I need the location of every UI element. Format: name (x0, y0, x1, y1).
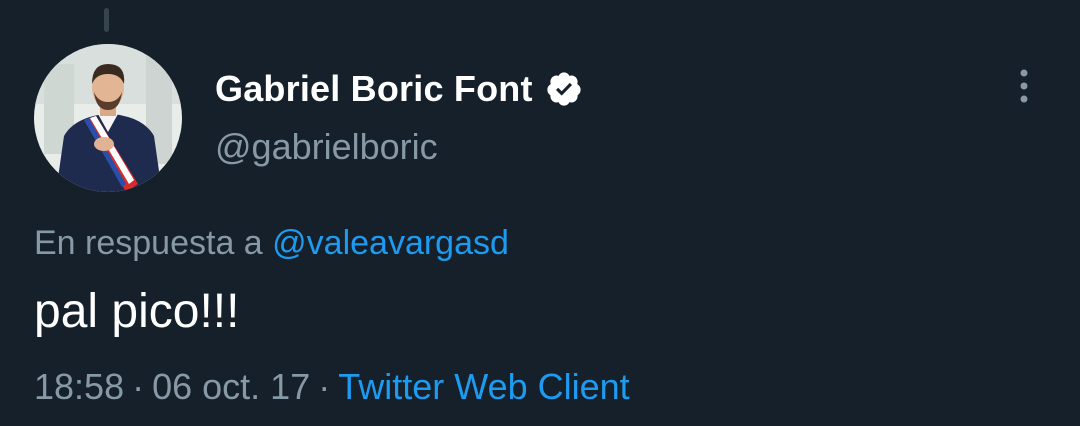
author-handle[interactable]: @gabrielboric (215, 126, 438, 168)
verified-badge-icon (547, 72, 581, 106)
reply-prefix: En respuesta a (34, 224, 263, 262)
tweet-time[interactable]: 18:58 (34, 366, 124, 407)
avatar[interactable] (34, 44, 182, 192)
meta-separator: · (318, 366, 331, 407)
thread-connector-line (104, 8, 109, 32)
tweet-date[interactable]: 06 oct. 17 (152, 366, 310, 407)
author-name-row: Gabriel Boric Font (215, 64, 583, 114)
tweet-source-link[interactable]: Twitter Web Client (338, 366, 629, 407)
tweet-text: pal pico!!! (34, 285, 240, 338)
more-vertical-icon[interactable] (1010, 66, 1038, 106)
avatar-image (34, 44, 182, 192)
reply-context: En respuesta a @valeavargasd (34, 224, 509, 263)
tweet-metadata: 18:58 · 06 oct. 17 · Twitter Web Client (34, 366, 630, 408)
author-display-name[interactable]: Gabriel Boric Font (215, 68, 533, 110)
reply-mention-link[interactable]: @valeavargasd (272, 224, 509, 262)
meta-separator: · (132, 366, 145, 407)
